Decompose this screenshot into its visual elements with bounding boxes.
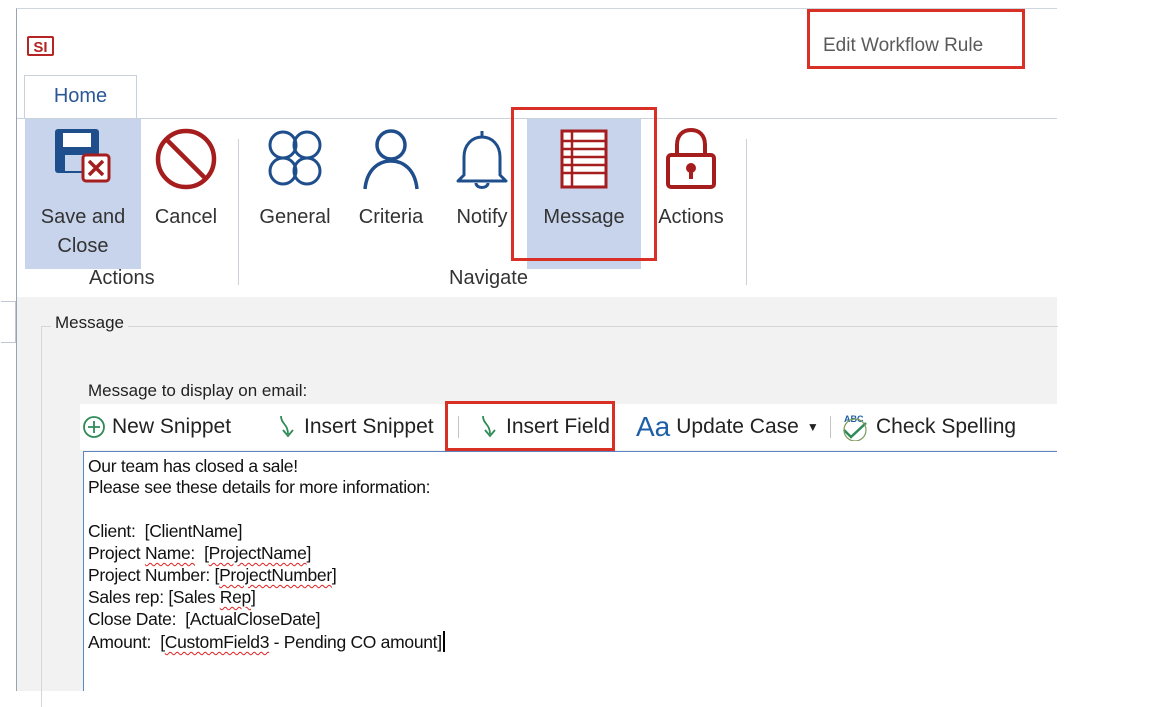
bell-icon bbox=[456, 131, 508, 189]
save-label-line2: Close bbox=[57, 235, 109, 257]
tab-home[interactable]: Home bbox=[24, 75, 137, 119]
actions-nav-button[interactable]: Actions bbox=[649, 119, 733, 269]
plus-circle-icon bbox=[83, 416, 105, 438]
cancel-button[interactable]: Cancel bbox=[145, 119, 227, 269]
lock-icon bbox=[666, 127, 716, 189]
general-button[interactable]: General bbox=[253, 119, 337, 269]
notify-button[interactable]: Notify bbox=[445, 119, 519, 269]
insert-field-label: Insert Field bbox=[506, 415, 610, 438]
insert-field-button[interactable]: Insert Field bbox=[478, 404, 610, 450]
group-label-actions: Actions bbox=[89, 267, 155, 289]
criteria-label: Criteria bbox=[358, 206, 424, 228]
criteria-button[interactable]: Criteria bbox=[351, 119, 431, 269]
insert-arrow-icon bbox=[280, 415, 294, 438]
ribbon-separator bbox=[238, 139, 239, 285]
new-snippet-button[interactable]: New Snippet bbox=[82, 404, 231, 450]
sales-rep-field: Rep bbox=[219, 587, 252, 607]
cancel-icon bbox=[155, 128, 217, 190]
editor-toolbar: New Snippet Insert Snippet Insert Field … bbox=[80, 404, 1057, 450]
save-label-line1: Save and bbox=[40, 206, 126, 228]
message-label: Message bbox=[543, 206, 625, 228]
editor-line: Sales rep: [Sales Rep] bbox=[88, 587, 256, 607]
user-icon bbox=[363, 129, 419, 190]
toolbar-separator bbox=[458, 416, 459, 438]
check-spelling-label: Check Spelling bbox=[876, 415, 1017, 438]
text-caret bbox=[442, 631, 445, 652]
insert-snippet-label: Insert Snippet bbox=[304, 415, 434, 438]
workflow-rule-window: SI Edit Workflow Rule Home Save and Close… bbox=[1, 8, 1058, 707]
message-icon bbox=[560, 129, 608, 189]
text-case-icon: Aa bbox=[636, 411, 671, 442]
message-field-label: Message to display on email: bbox=[88, 381, 308, 400]
new-snippet-label: New Snippet bbox=[112, 415, 232, 438]
project-number-field: ProjectNumber bbox=[219, 565, 332, 585]
client-field: [ClientName] bbox=[144, 521, 243, 541]
message-button[interactable]: Message bbox=[527, 119, 641, 269]
editor-line: Our team has closed a sale! bbox=[88, 456, 298, 476]
general-icon bbox=[268, 130, 322, 186]
spellcheck-icon: ABC bbox=[843, 414, 867, 441]
app-logo: SI bbox=[27, 36, 54, 56]
message-editor[interactable]: Our team has closed a sale! Please see t… bbox=[83, 451, 1057, 691]
notify-label: Notify bbox=[456, 206, 508, 228]
chevron-down-icon: ▼ bbox=[806, 420, 819, 434]
toolbar-separator bbox=[830, 416, 831, 438]
message-content-area: Message Message to display on email: New… bbox=[17, 297, 1058, 707]
editor-line: Close Date: [ActualCloseDate] bbox=[88, 609, 321, 629]
editor-line: Please see these details for more inform… bbox=[88, 477, 431, 497]
update-case-button[interactable]: Aa Update Case ▼ bbox=[636, 404, 819, 450]
actions-nav-label: Actions bbox=[658, 206, 724, 228]
save-and-close-button[interactable]: Save and Close bbox=[25, 119, 141, 269]
title-bar: SI Edit Workflow Rule bbox=[17, 9, 1057, 73]
project-name-field: ProjectName bbox=[208, 543, 307, 563]
check-spelling-button[interactable]: ABC Check Spelling bbox=[840, 404, 1016, 450]
cancel-label: Cancel bbox=[154, 206, 218, 228]
insert-snippet-button[interactable]: Insert Snippet bbox=[276, 404, 434, 450]
editor-line: Amount: [CustomField3 - Pending CO amoun… bbox=[88, 631, 445, 653]
group-label-navigate: Navigate bbox=[449, 267, 528, 289]
editor-line: Project Name: [ProjectName] bbox=[88, 543, 312, 563]
update-case-label: Update Case bbox=[676, 415, 799, 438]
message-group-title: Message bbox=[51, 313, 128, 333]
ribbon-separator bbox=[746, 139, 747, 285]
window-title: Edit Workflow Rule bbox=[823, 35, 984, 56]
amount-field: CustomField3 bbox=[164, 632, 270, 652]
editor-line: Project Number: [ProjectNumber] bbox=[88, 565, 337, 585]
ribbon-tab-bar: Home bbox=[17, 73, 1057, 119]
ribbon: Save and Close Cancel Actions General Cr… bbox=[17, 107, 1057, 298]
save-close-icon bbox=[55, 129, 111, 183]
general-label: General bbox=[259, 206, 331, 228]
insert-arrow-icon bbox=[482, 415, 496, 438]
editor-line: Client: [ClientName] bbox=[88, 521, 243, 541]
window-edge-handle bbox=[1, 301, 16, 343]
